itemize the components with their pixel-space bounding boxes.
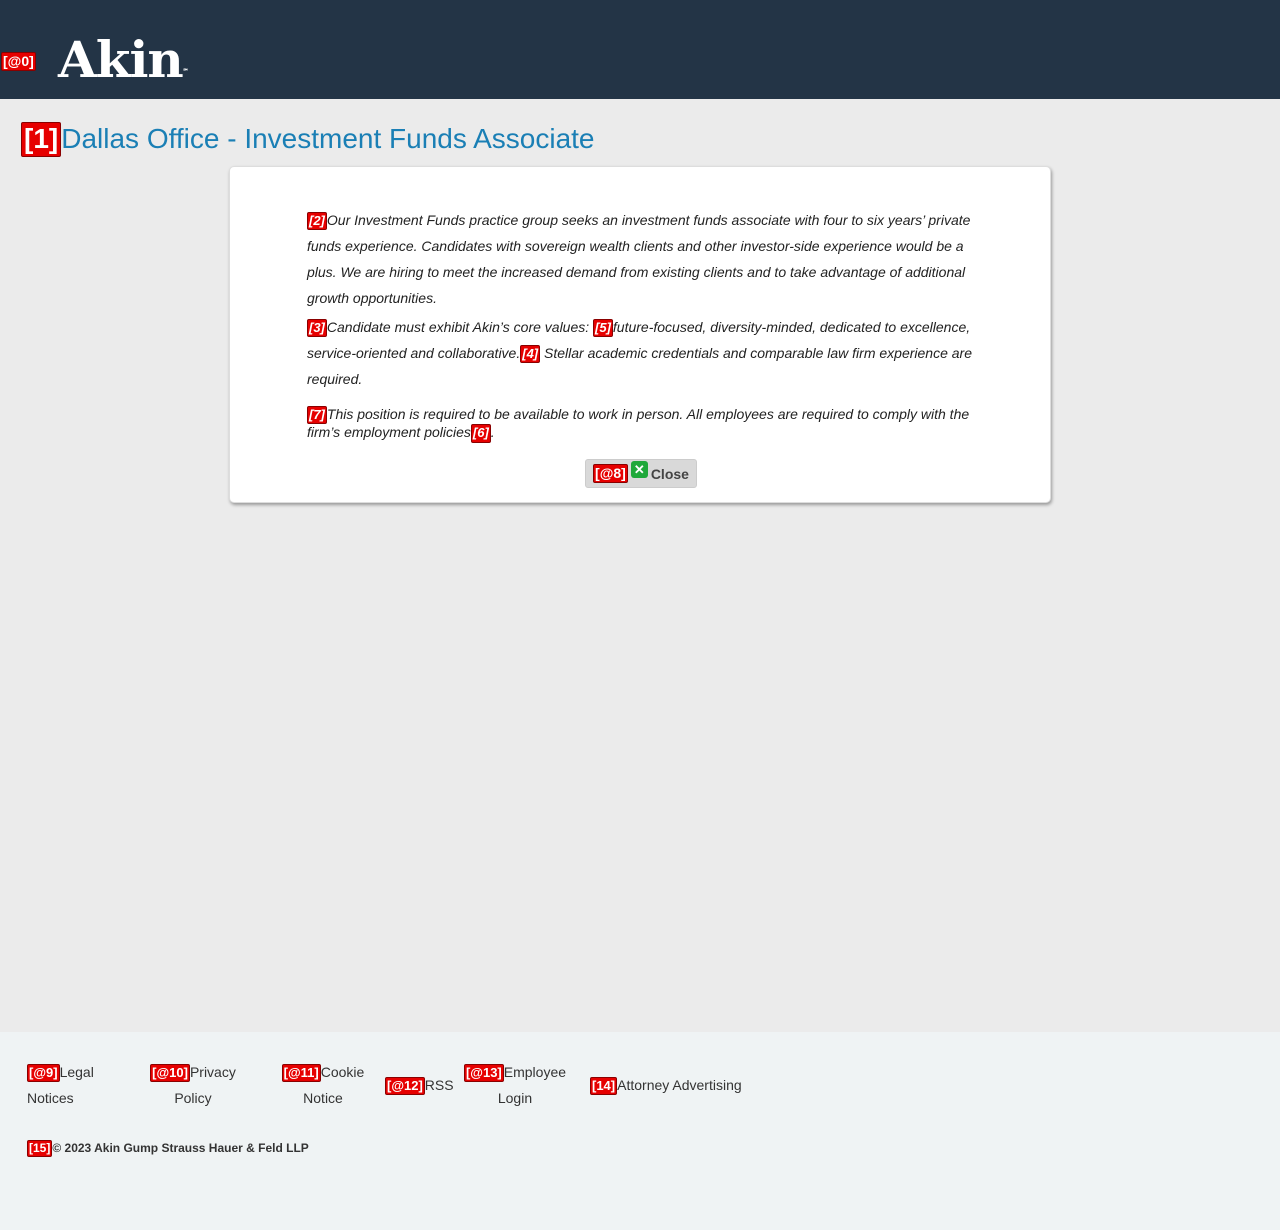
element-marker: [@0]	[1, 52, 36, 72]
link-text: Cookie	[320, 1064, 365, 1080]
site-header: [@0] Akin℠	[0, 0, 1280, 99]
footer-link-legal-notices[interactable]: [@9] Legal Notices	[27, 1059, 117, 1111]
service-mark: ℠	[182, 69, 189, 75]
footer-link-cookie-notice[interactable]: [@11] Cookie Notice	[278, 1059, 368, 1111]
copyright: [15] © 2023 Akin Gump Strauss Hauer & Fel…	[27, 1140, 309, 1158]
footer-link-employee-login[interactable]: [@13] Employee Login	[460, 1059, 570, 1111]
element-marker: [6]	[470, 424, 491, 443]
link-text: RSS	[424, 1077, 454, 1093]
element-marker: [@10]	[150, 1064, 190, 1083]
page-title: [1] Dallas Office - Investment Funds Asso…	[21, 120, 595, 158]
footer-link-rss[interactable]: [@12] RSS	[385, 1072, 465, 1098]
element-marker: [15]	[27, 1140, 53, 1158]
copyright-text: © 2023 Akin Gump Strauss Hauer & Feld LL…	[52, 1141, 309, 1155]
page-title-text: Dallas Office - Investment Funds Associa…	[61, 123, 595, 154]
element-marker: [@13]	[463, 1064, 504, 1083]
element-marker: [@8]	[593, 463, 628, 484]
element-marker: [1]	[21, 122, 62, 157]
paragraph-text: This position is required to be availabl…	[307, 406, 970, 441]
job-description-modal: [2] Our Investment Funds practice group s…	[229, 166, 1051, 503]
site-footer: [@9] Legal Notices [@10] Privacy Policy [@11…	[0, 1032, 1280, 1230]
paragraph-practice-group: [2] Our Investment Funds practice group s…	[307, 207, 979, 311]
close-icon: ✕	[630, 461, 648, 478]
element-marker: [@11]	[281, 1064, 321, 1083]
element-marker: [3]	[307, 319, 327, 338]
paragraph-text: Our Investment Funds practice group seek…	[307, 212, 971, 306]
close-label: Close	[650, 465, 689, 482]
element-marker: [2]	[307, 212, 327, 231]
element-marker: [@12]	[385, 1077, 425, 1096]
link-text: Notices	[27, 1090, 74, 1106]
link-text: Policy	[174, 1090, 212, 1106]
paragraph-in-person: [7] This position is required to be avail…	[307, 406, 979, 443]
element-marker: [4]	[520, 345, 541, 364]
element-marker: [5]	[593, 319, 613, 338]
akin-logo[interactable]: Akin℠	[58, 30, 189, 90]
link-text: Login	[497, 1090, 533, 1106]
footer-link-privacy-policy[interactable]: [@10] Privacy Policy	[148, 1059, 238, 1111]
element-marker: [14]	[590, 1077, 618, 1096]
close-button[interactable]: [@8] ✕ Close	[585, 459, 697, 488]
link-text: Notice	[303, 1090, 343, 1106]
link-text: Attorney Advertising	[617, 1077, 742, 1093]
link-text: Privacy	[189, 1064, 236, 1080]
paragraph-text: .	[490, 424, 495, 441]
link-text: Employee	[503, 1064, 567, 1080]
element-marker: [@9]	[27, 1064, 60, 1083]
paragraph-text: Candidate must exhibit Akin’s core value…	[326, 319, 594, 335]
link-text: Legal	[59, 1064, 94, 1080]
element-marker: [7]	[307, 406, 327, 425]
logo-text: Akin	[58, 30, 184, 89]
footer-link-attorney-advertising[interactable]: [14] Attorney Advertising	[590, 1072, 790, 1098]
modal-body: [2] Our Investment Funds practice group s…	[307, 207, 979, 443]
paragraph-core-values: [3] Candidate must exhibit Akin’s core va…	[307, 314, 979, 392]
